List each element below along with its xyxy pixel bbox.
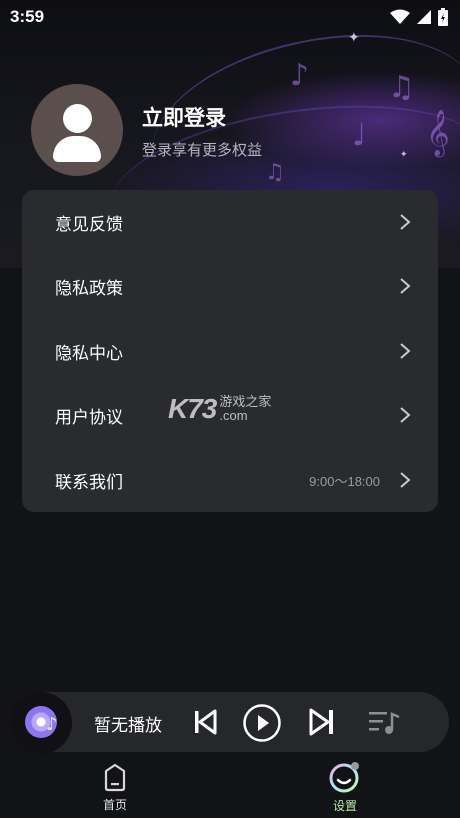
previous-icon	[195, 709, 217, 735]
menu-item-privacy-center[interactable]: 隐私中心	[22, 319, 438, 383]
settings-icon	[329, 762, 359, 793]
music-note-decoration: ♫	[265, 160, 285, 185]
status-bar: 3:59	[0, 0, 460, 34]
avatar[interactable]	[31, 84, 123, 176]
login-subtitle: 登录享有更多权益	[142, 141, 263, 159]
avatar-head-shape	[63, 104, 92, 133]
bottom-navigation: 首页 设置	[0, 756, 460, 818]
sparkle-decoration: ✦	[400, 150, 408, 160]
playlist-button[interactable]	[366, 707, 402, 737]
watermark: K73 游戏之家 .com	[168, 393, 271, 425]
menu-item-label: 隐私中心	[55, 343, 123, 364]
music-note-decoration: ♪	[290, 58, 310, 93]
music-note-decoration: ♫	[388, 70, 415, 105]
next-button[interactable]	[307, 707, 337, 737]
settings-menu-card: 意见反馈 隐私政策 隐私中心 用户协议 联系我们 9:00～18:00	[22, 190, 438, 512]
chevron-right-icon	[400, 278, 411, 294]
battery-icon	[438, 8, 448, 26]
play-icon	[243, 704, 281, 742]
chevron-right-icon	[400, 407, 411, 423]
watermark-domain: .com	[219, 408, 248, 423]
service-hours: 9:00～18:00	[309, 473, 380, 489]
signal-icon	[417, 10, 431, 24]
chevron-right-icon	[400, 214, 411, 230]
status-icons	[390, 8, 448, 26]
menu-item-label: 意见反馈	[55, 214, 123, 235]
disc-icon[interactable]: ♪	[10, 692, 72, 754]
avatar-body-shape	[53, 136, 101, 162]
status-time: 3:59	[10, 7, 45, 26]
home-icon	[104, 763, 126, 792]
menu-item-feedback[interactable]: 意见反馈	[22, 190, 438, 254]
nav-item-home[interactable]: 首页	[75, 756, 155, 818]
next-icon	[309, 708, 333, 736]
nav-label-home: 首页	[102, 798, 127, 812]
nav-label-settings: 设置	[332, 799, 357, 813]
menu-item-label: 隐私政策	[55, 278, 123, 299]
chevron-right-icon	[400, 343, 411, 359]
menu-item-privacy-policy[interactable]: 隐私政策	[22, 254, 438, 318]
treble-clef-decoration: 𝄞	[426, 110, 450, 156]
menu-item-contact-us[interactable]: 联系我们 9:00～18:00	[22, 448, 438, 512]
menu-item-label: 联系我们	[55, 472, 123, 493]
wifi-icon	[390, 9, 410, 24]
chevron-right-icon	[400, 472, 411, 488]
play-button[interactable]	[242, 703, 282, 743]
playlist-icon	[369, 712, 400, 734]
player-track-title: 暂无播放	[94, 716, 162, 736]
music-note-decoration: ♩	[352, 118, 367, 153]
login-title[interactable]: 立即登录	[142, 102, 226, 132]
previous-button[interactable]	[190, 707, 220, 737]
watermark-logo: K73	[168, 393, 217, 424]
music-note-icon: ♪	[46, 714, 58, 735]
nav-item-settings[interactable]: 设置	[305, 756, 385, 818]
